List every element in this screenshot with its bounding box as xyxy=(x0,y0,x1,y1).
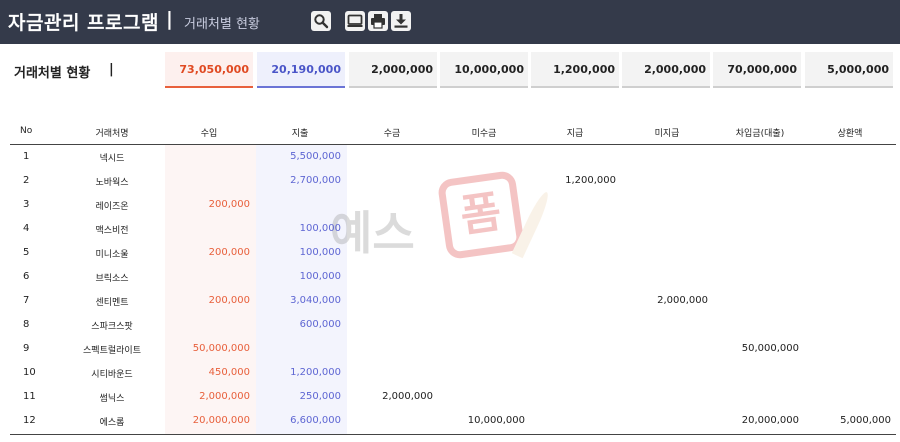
summary-unpaid: 2,000,000 xyxy=(622,52,710,88)
column-header-income: 수입 xyxy=(200,129,218,139)
cell-expense: 3,040,000 xyxy=(290,295,341,306)
cell-name: 스파크스팟 xyxy=(91,322,133,332)
cell-income: 200,000 xyxy=(208,295,250,306)
table-row[interactable]: 6 브릭소스 100,000 xyxy=(10,265,896,289)
cell-receipts: 2,000,000 xyxy=(382,391,433,402)
monitor-button[interactable] xyxy=(345,11,365,31)
summary-receipts: 2,000,000 xyxy=(349,52,437,88)
cell-income: 20,000,000 xyxy=(192,415,250,426)
cell-expense: 100,000 xyxy=(299,247,341,258)
cell-no: 8 xyxy=(23,319,30,330)
cell-no: 9 xyxy=(23,343,30,354)
summary-payments: 1,200,000 xyxy=(531,52,619,88)
cell-name: 센티멘트 xyxy=(95,298,129,308)
column-header-name: 거래처명 xyxy=(95,129,129,139)
download-icon xyxy=(394,14,408,28)
title-separator: | xyxy=(166,8,173,30)
cell-expense: 600,000 xyxy=(299,319,341,330)
cell-expense: 6,600,000 xyxy=(290,415,341,426)
cell-no: 6 xyxy=(23,271,30,282)
column-header-loans: 차입금(대출) xyxy=(735,129,785,139)
cell-no: 10 xyxy=(23,367,36,378)
search-button[interactable] xyxy=(311,11,331,31)
summary-repayments: 5,000,000 xyxy=(805,52,893,88)
cell-loans: 50,000,000 xyxy=(741,343,799,354)
cell-no: 5 xyxy=(23,247,30,258)
table-row[interactable]: 8 스파크스팟 600,000 xyxy=(10,313,896,337)
summary-income: 73,050,000 xyxy=(165,52,253,88)
cell-repayments: 5,000,000 xyxy=(840,415,891,426)
cell-expense: 1,200,000 xyxy=(290,367,341,378)
table-row[interactable]: 5 미니소울 200,000 100,000 xyxy=(10,241,896,265)
app-header: 자금관리 프로그램 | 거래처별 현황 xyxy=(0,0,900,44)
column-header-no: No xyxy=(20,126,33,136)
cell-expense: 250,000 xyxy=(299,391,341,402)
table-header: No 거래처명 수입 지출 수금 미수금 지급 미지급 차입금(대출) 상환액 xyxy=(10,122,896,145)
cell-expense: 2,700,000 xyxy=(290,175,341,186)
summary-unreceived: 10,000,000 xyxy=(440,52,528,88)
cell-income: 450,000 xyxy=(208,367,250,378)
cell-no: 7 xyxy=(23,295,30,306)
cell-no: 1 xyxy=(23,151,30,162)
cell-income: 200,000 xyxy=(208,199,250,210)
cell-income: 2,000,000 xyxy=(199,391,250,402)
print-icon xyxy=(371,14,385,29)
cell-name: 브릭소스 xyxy=(95,274,129,284)
table-row[interactable]: 9 스펙트럴라이트 50,000,000 50,000,000 xyxy=(10,337,896,361)
summary-expense: 20,190,000 xyxy=(257,52,345,88)
column-header-repayments: 상환액 xyxy=(837,129,863,139)
table-row[interactable]: 4 맥스비전 100,000 xyxy=(10,217,896,241)
table-row[interactable]: 3 레이즈온 200,000 xyxy=(10,193,896,217)
column-header-unpaid: 미지급 xyxy=(654,129,680,139)
cell-name: 노바웍스 xyxy=(95,178,129,188)
cell-name: 스펙트럴라이트 xyxy=(83,346,141,356)
table-row[interactable]: 11 썸닉스 2,000,000 250,000 2,000,000 xyxy=(10,385,896,409)
cell-income: 200,000 xyxy=(208,247,250,258)
print-button[interactable] xyxy=(368,11,388,31)
cell-name: 넥시드 xyxy=(99,154,125,164)
table-row[interactable]: 7 센티멘트 200,000 3,040,000 2,000,000 xyxy=(10,289,896,313)
table-row[interactable]: 12 에스롬 20,000,000 6,600,000 10,000,000 20,000… xyxy=(10,409,896,433)
cell-no: 2 xyxy=(23,175,30,186)
column-header-unreceived: 미수금 xyxy=(471,129,497,139)
cell-name: 시티바운드 xyxy=(91,370,133,380)
cell-payments: 1,200,000 xyxy=(565,175,616,186)
cell-name: 미니소울 xyxy=(95,250,129,260)
download-button[interactable] xyxy=(391,11,411,31)
cell-loans: 20,000,000 xyxy=(741,415,799,426)
cell-no: 12 xyxy=(23,415,36,426)
table-row[interactable]: 2 노바웍스 2,700,000 1,200,000 xyxy=(10,169,896,193)
cell-unpaid: 2,000,000 xyxy=(657,295,708,306)
table-bottom-border xyxy=(10,434,896,435)
cell-name: 에스롬 xyxy=(99,418,125,428)
cell-name: 레이즈온 xyxy=(95,202,129,212)
cell-no: 11 xyxy=(23,391,36,402)
table-row[interactable]: 1 넥시드 5,500,000 xyxy=(10,145,896,169)
cell-expense: 100,000 xyxy=(299,223,341,234)
cell-expense: 100,000 xyxy=(299,271,341,282)
page-subtitle: 거래처별 현황 xyxy=(184,17,260,32)
column-header-receipts: 수금 xyxy=(383,129,401,139)
cell-no: 4 xyxy=(23,223,30,234)
cell-expense: 5,500,000 xyxy=(290,151,341,162)
cell-no: 3 xyxy=(23,199,30,210)
cell-name: 맥스비전 xyxy=(95,226,129,236)
column-header-payments: 지급 xyxy=(566,129,584,139)
cell-name: 썸닉스 xyxy=(99,394,125,404)
cell-income: 50,000,000 xyxy=(192,343,250,354)
summary-loans: 70,000,000 xyxy=(713,52,801,88)
search-icon xyxy=(314,14,329,29)
table-row[interactable]: 10 시티바운드 450,000 1,200,000 xyxy=(10,361,896,385)
summary-label: 거래처별 현황 xyxy=(14,66,91,81)
column-header-expense: 지출 xyxy=(291,129,309,139)
summary-separator: | xyxy=(109,62,114,77)
monitor-icon xyxy=(347,14,363,27)
cell-unreceived: 10,000,000 xyxy=(467,415,525,426)
app-title: 자금관리 프로그램 xyxy=(8,12,159,34)
